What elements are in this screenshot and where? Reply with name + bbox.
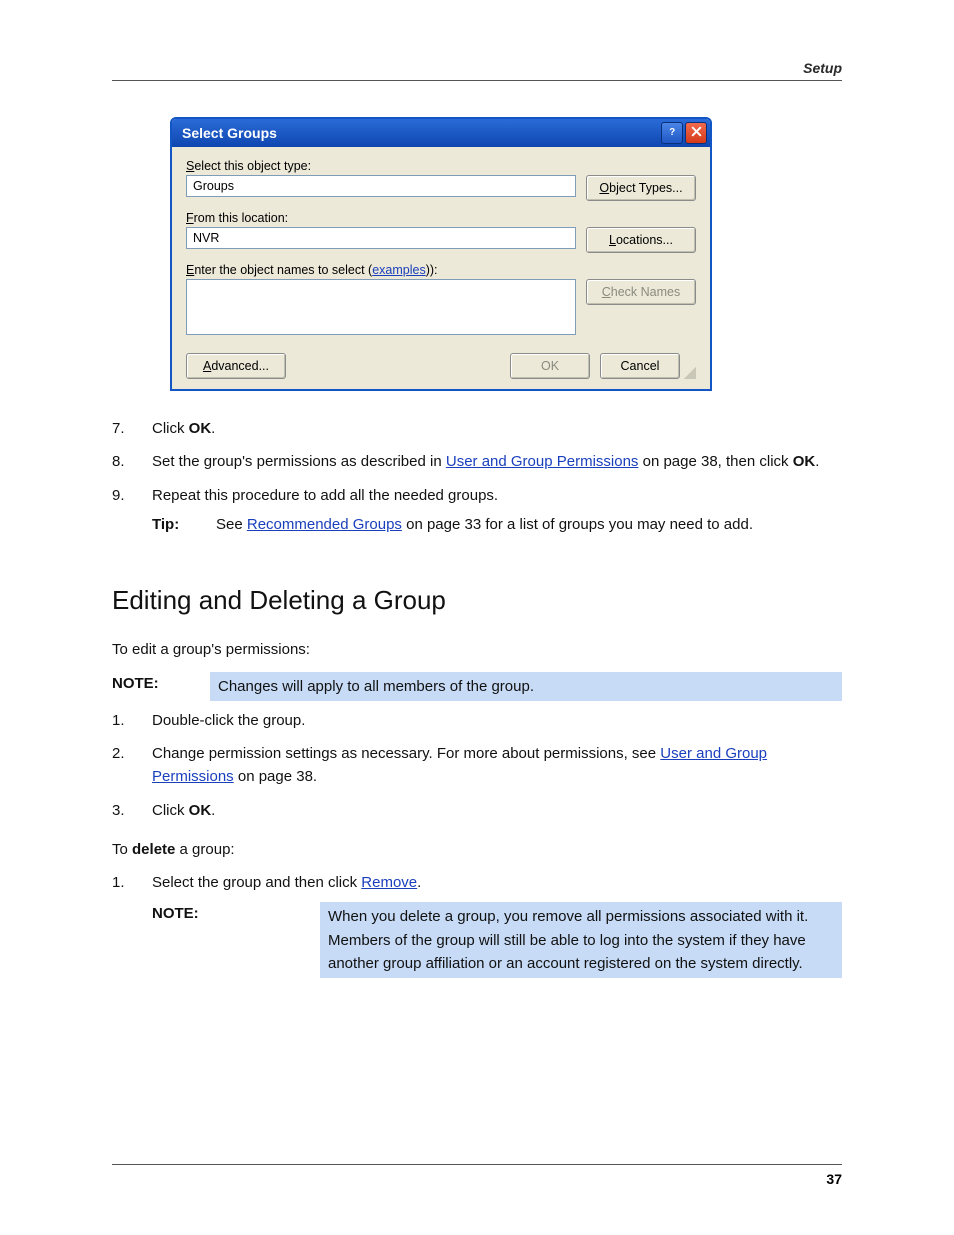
- resize-grip-icon[interactable]: [684, 367, 696, 379]
- edit-step-2: 2. Change permission settings as necessa…: [112, 742, 842, 789]
- location-value: NVR: [193, 230, 219, 246]
- object-types-button[interactable]: Object Types...: [586, 175, 696, 201]
- advanced-button[interactable]: Advanced...: [186, 353, 286, 379]
- edit-step-3: 3. Click OK.: [112, 799, 842, 822]
- note-body: Changes will apply to all members of the…: [210, 672, 842, 701]
- step-text: Double-click the group.: [152, 709, 842, 732]
- svg-text:?: ?: [669, 127, 675, 138]
- step-8: 8. Set the group's permissions as descri…: [112, 450, 842, 473]
- step-num: 8.: [112, 450, 152, 473]
- location-field[interactable]: NVR: [186, 227, 576, 249]
- note-label: NOTE:: [152, 902, 302, 978]
- examples-link[interactable]: examples: [372, 263, 426, 277]
- help-button[interactable]: ?: [661, 122, 683, 144]
- step-text: Click OK.: [152, 417, 842, 440]
- location-label: From this location:: [186, 211, 696, 225]
- ok-button[interactable]: OK: [510, 353, 590, 379]
- link-remove[interactable]: Remove: [361, 874, 417, 891]
- close-button[interactable]: [685, 122, 707, 144]
- page-header: Setup: [112, 60, 842, 81]
- link-permissions[interactable]: User and Group Permissions: [446, 453, 639, 470]
- dialog-titlebar[interactable]: Select Groups ?: [172, 119, 710, 147]
- dialog-body: Select this object type: Groups Object T…: [172, 147, 710, 389]
- header-section: Setup: [803, 60, 842, 76]
- edit-intro: To edit a group's permissions:: [112, 638, 842, 661]
- step-num: 1.: [112, 871, 152, 978]
- page: Setup Select Groups ?: [0, 0, 954, 1235]
- page-footer: 37: [112, 1164, 842, 1187]
- cancel-button[interactable]: Cancel: [600, 353, 680, 379]
- tip-label: Tip:: [152, 513, 198, 536]
- dialog-container: Select Groups ? Select: [170, 117, 712, 391]
- edit-step-1: 1. Double-click the group.: [112, 709, 842, 732]
- section-heading: Editing and Deleting a Group: [112, 580, 842, 620]
- page-number: 37: [826, 1171, 842, 1187]
- link-recommended-groups[interactable]: Recommended Groups: [247, 516, 402, 533]
- step-text: Set the group's permissions as described…: [152, 450, 842, 473]
- object-type-label: Select this object type:: [186, 159, 696, 173]
- note-body: When you delete a group, you remove all …: [320, 902, 842, 978]
- step-text: Select the group and then click Remove. …: [152, 871, 842, 978]
- select-groups-dialog: Select Groups ? Select: [170, 117, 712, 391]
- dialog-title: Select Groups: [182, 125, 277, 141]
- step-7: 7. Click OK.: [112, 417, 842, 440]
- step-num: 2.: [112, 742, 152, 789]
- object-type-field[interactable]: Groups: [186, 175, 576, 197]
- step-text: Click OK.: [152, 799, 842, 822]
- step-text: Change permission settings as necessary.…: [152, 742, 842, 789]
- dialog-footer: Advanced... OK Cancel: [186, 345, 696, 379]
- object-type-value: Groups: [193, 178, 234, 194]
- locations-button[interactable]: Locations...: [586, 227, 696, 253]
- step-num: 7.: [112, 417, 152, 440]
- step-9: 9. Repeat this procedure to add all the …: [112, 484, 842, 537]
- step-num: 3.: [112, 799, 152, 822]
- edit-note: NOTE: Changes will apply to all members …: [112, 672, 842, 701]
- body-text: 7. Click OK. 8. Set the group's permissi…: [112, 417, 842, 978]
- object-names-input[interactable]: [186, 279, 576, 335]
- check-names-button[interactable]: Check Names: [586, 279, 696, 305]
- titlebar-buttons: ?: [661, 122, 707, 144]
- names-label: Enter the object names to select (exampl…: [186, 263, 696, 277]
- step-num: 1.: [112, 709, 152, 732]
- delete-step-1: 1. Select the group and then click Remov…: [112, 871, 842, 978]
- step-num: 9.: [112, 484, 152, 537]
- delete-intro: To delete a group:: [112, 838, 842, 861]
- tip-body: See Recommended Groups on page 33 for a …: [216, 513, 842, 536]
- help-icon: ?: [666, 125, 679, 141]
- note-label: NOTE:: [112, 672, 192, 695]
- close-icon: [690, 125, 703, 141]
- object-type-label-text: elect this object type:: [194, 159, 311, 173]
- step-text: Repeat this procedure to add all the nee…: [152, 484, 842, 537]
